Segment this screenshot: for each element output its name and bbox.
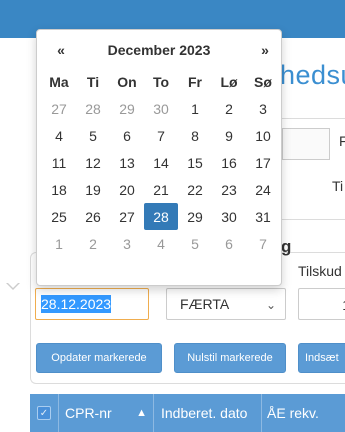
- day-cell[interactable]: 7: [144, 122, 178, 149]
- day-cell[interactable]: 27: [42, 95, 76, 122]
- day-cell[interactable]: 18: [42, 176, 76, 203]
- week-row: 25 26 27 28 29 30 31: [42, 203, 280, 230]
- column-header-label: ÅE rekv.: [267, 405, 319, 421]
- column-header-label: Indberet. dato: [161, 405, 248, 421]
- reset-selected-button[interactable]: Nulstil markerede: [174, 343, 286, 373]
- select-all-cell[interactable]: ✓: [30, 394, 59, 432]
- weekday-label: On: [117, 73, 137, 90]
- filter-input[interactable]: [282, 128, 330, 160]
- day-cell[interactable]: 8: [178, 122, 212, 149]
- type-select-value: FÆRTA: [180, 296, 230, 312]
- weekday-label: Ti: [86, 73, 100, 90]
- week-row: 4 5 6 7 8 9 10: [42, 122, 280, 149]
- weekday-label: Ma: [49, 73, 69, 90]
- day-cell[interactable]: 31: [246, 203, 280, 230]
- day-cell[interactable]: 7: [246, 230, 280, 257]
- day-cell[interactable]: 2: [76, 230, 110, 257]
- column-header-label: CPR-nr: [65, 405, 112, 421]
- day-cell[interactable]: 12: [76, 149, 110, 176]
- week-row: 11 12 13 14 15 16 17: [42, 149, 280, 176]
- tilskud-label: Tilskud: [298, 263, 342, 279]
- day-cell[interactable]: 3: [246, 95, 280, 122]
- datepicker-pointer: [6, 282, 20, 290]
- datepicker-grid: Ma Ti On To Fr Lø Sø 27 28 29 30 1 2 3 4 5 6 7 8 9 10 11 12 13…: [42, 68, 280, 257]
- week-row: 27 28 29 30 1 2 3: [42, 95, 280, 122]
- day-cell[interactable]: 1: [178, 95, 212, 122]
- prev-month-button[interactable]: «: [53, 42, 69, 58]
- weekday-label: To: [152, 73, 170, 90]
- update-selected-button[interactable]: Opdater markerede: [36, 343, 162, 373]
- day-cell[interactable]: 20: [110, 176, 144, 203]
- check-icon[interactable]: ✓: [37, 406, 51, 420]
- column-header-date[interactable]: Indberet. dato: [155, 394, 262, 432]
- weekday-label: Fr: [188, 73, 202, 90]
- day-cell[interactable]: 14: [144, 149, 178, 176]
- date-input-value: 28.12.2023: [41, 295, 112, 313]
- next-month-button[interactable]: »: [257, 42, 273, 58]
- column-header-cpr[interactable]: CPR-nr ▲︎: [59, 394, 154, 432]
- day-cell[interactable]: 4: [144, 230, 178, 257]
- day-cell[interactable]: 23: [212, 176, 246, 203]
- day-cell[interactable]: 9: [212, 122, 246, 149]
- day-cell[interactable]: 6: [212, 230, 246, 257]
- day-cell[interactable]: 25: [42, 203, 76, 230]
- day-cell[interactable]: 3: [110, 230, 144, 257]
- date-input[interactable]: 28.12.2023: [35, 288, 149, 320]
- tilskud-input[interactable]: 1: [298, 288, 345, 320]
- day-cell[interactable]: 30: [144, 95, 178, 122]
- column-header-ae[interactable]: ÅE rekv.: [263, 394, 343, 432]
- day-cell[interactable]: 22: [178, 176, 212, 203]
- weekday-label: Lø: [220, 73, 238, 90]
- day-cell[interactable]: 1: [42, 230, 76, 257]
- day-cell[interactable]: 6: [110, 122, 144, 149]
- filter-label: F: [339, 133, 345, 149]
- day-cell[interactable]: 17: [246, 149, 280, 176]
- datepicker-header: « December 2023 »: [37, 40, 281, 62]
- selected-day[interactable]: 28: [144, 203, 178, 230]
- day-cell[interactable]: 28: [76, 95, 110, 122]
- day-cell[interactable]: 21: [144, 176, 178, 203]
- day-cell[interactable]: 16: [212, 149, 246, 176]
- weekday-row: Ma Ti On To Fr Lø Sø: [42, 68, 280, 95]
- page-title: hedsu: [280, 60, 345, 90]
- week-row: 18 19 20 21 22 23 24: [42, 176, 280, 203]
- day-cell[interactable]: 5: [178, 230, 212, 257]
- day-cell[interactable]: 24: [246, 176, 280, 203]
- day-cell[interactable]: 11: [42, 149, 76, 176]
- day-cell[interactable]: 29: [178, 203, 212, 230]
- day-cell[interactable]: 30: [212, 203, 246, 230]
- day-cell[interactable]: 10: [246, 122, 280, 149]
- chevron-down-icon: ⌄: [265, 298, 276, 312]
- day-cell[interactable]: 4: [42, 122, 76, 149]
- day-cell[interactable]: 27: [110, 203, 144, 230]
- week-row: 1234567: [42, 230, 280, 257]
- sort-icon[interactable]: ▲︎: [136, 407, 147, 419]
- day-cell[interactable]: 13: [110, 149, 144, 176]
- panel-heading: g: [281, 237, 292, 256]
- insert-button[interactable]: Indsæt: [298, 343, 345, 373]
- day-cell[interactable]: 5: [76, 122, 110, 149]
- filter-label-2: Ti: [332, 178, 344, 194]
- datepicker-month-title[interactable]: December 2023: [97, 42, 221, 58]
- table-header: ✓ CPR-nr ▲︎ Indberet. dato ÅE rekv.: [30, 394, 345, 432]
- day-cell[interactable]: 19: [76, 176, 110, 203]
- type-select[interactable]: FÆRTA ⌄: [166, 288, 286, 320]
- weekday-label: Sø: [254, 73, 272, 90]
- day-cell[interactable]: 29: [110, 95, 144, 122]
- day-cell[interactable]: 15: [178, 149, 212, 176]
- day-cell[interactable]: 2: [212, 95, 246, 122]
- day-cell[interactable]: 26: [76, 203, 110, 230]
- datepicker-popup: « December 2023 » Ma Ti On To Fr Lø Sø 27 28 29 3…: [36, 29, 282, 286]
